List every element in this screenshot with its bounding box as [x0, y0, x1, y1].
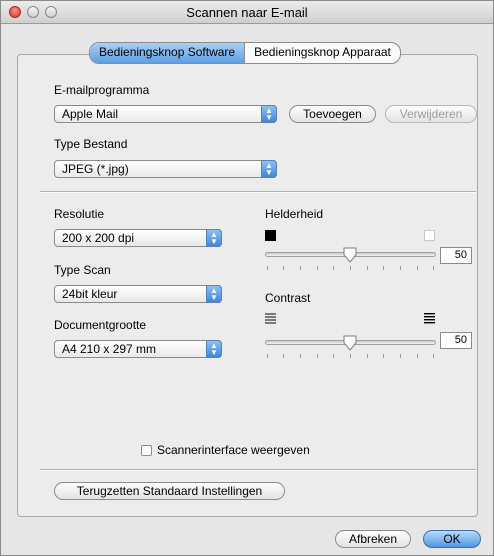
brightness-value-field[interactable]: 50 [440, 247, 472, 264]
ok-button[interactable]: OK [423, 530, 481, 548]
scan-type-value: 24bit kleur [62, 287, 118, 301]
email-program-label: E-mailprogramma [54, 83, 150, 97]
brightness-label: Helderheid [265, 207, 324, 221]
window-title: Scannen naar E-mail [186, 5, 308, 20]
scan-type-select[interactable]: 24bit kleur ▲ ▼ [54, 285, 222, 303]
file-type-label: Type Bestand [54, 137, 128, 151]
email-program-value: Apple Mail [62, 107, 119, 121]
tab-apparaat[interactable]: Bedieningsknop Apparaat [244, 43, 400, 63]
low-contrast-icon [265, 313, 276, 324]
resolution-select[interactable]: 200 x 200 dpi ▲ ▼ [54, 229, 222, 247]
tab-bar: Bedieningsknop Software Bedieningsknop A… [89, 42, 401, 64]
scanner-interface-checkbox[interactable] [141, 445, 152, 456]
contrast-value-field[interactable]: 50 [440, 332, 472, 349]
reset-defaults-button[interactable]: Terugzetten Standaard Instellingen [54, 482, 285, 500]
resolution-value: 200 x 200 dpi [62, 231, 135, 245]
contrast-slider-thumb[interactable] [342, 335, 358, 351]
high-contrast-icon [424, 313, 435, 324]
contrast-label: Contrast [265, 291, 311, 305]
document-size-label: Documentgrootte [54, 318, 147, 332]
tab-software[interactable]: Bedieningsknop Software [90, 43, 245, 63]
brightness-slider-thumb[interactable] [342, 247, 358, 263]
scanner-interface-label[interactable]: Scannerinterface weergeven [157, 443, 310, 457]
popup-arrows-icon: ▲ ▼ [206, 285, 222, 303]
brightness-ticks [267, 266, 434, 270]
title-bar[interactable]: Scannen naar E-mail [1, 1, 493, 24]
resolution-label: Resolutie [54, 207, 105, 221]
document-size-select[interactable]: A4 210 x 297 mm ▲ ▼ [54, 340, 222, 358]
separator [40, 469, 476, 471]
popup-arrows-icon: ▲ ▼ [206, 229, 222, 247]
light-square-icon [424, 230, 435, 241]
email-program-select[interactable]: Apple Mail ▲ ▼ [54, 105, 277, 123]
remove-email-program-button[interactable]: Verwijderen [385, 105, 477, 123]
popup-arrows-icon: ▲ ▼ [261, 105, 277, 123]
file-type-select[interactable]: JPEG (*.jpg) ▲ ▼ [54, 160, 277, 178]
popup-arrows-icon: ▲ ▼ [206, 340, 222, 358]
dialog-window: Scannen naar E-mail Bedieningsknop Softw… [0, 0, 494, 556]
popup-arrows-icon: ▲ ▼ [261, 160, 277, 178]
dark-square-icon [265, 230, 276, 241]
add-email-program-button[interactable]: Toevoegen [289, 105, 376, 123]
contrast-ticks [267, 354, 434, 358]
file-type-value: JPEG (*.jpg) [62, 162, 129, 176]
cancel-button[interactable]: Afbreken [335, 530, 411, 548]
document-size-value: A4 210 x 297 mm [62, 342, 157, 356]
separator [40, 191, 476, 193]
scan-type-label: Type Scan [54, 263, 111, 277]
